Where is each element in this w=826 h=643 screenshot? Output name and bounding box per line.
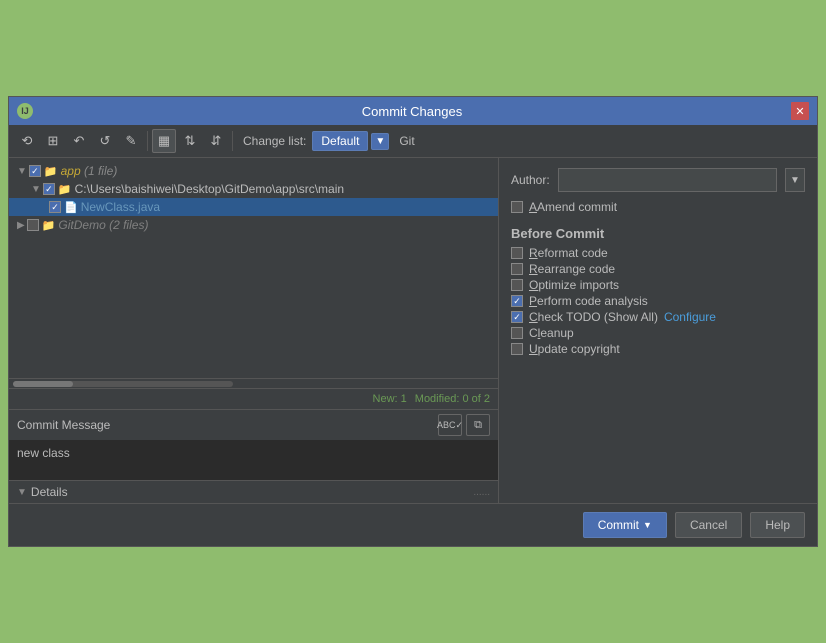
- details-dots: ......: [473, 487, 490, 498]
- main-content: ▼ ✓ 📁 app (1 file) ▼ ✓ 📁 C:\Users\baishi…: [9, 158, 817, 503]
- tree-item-app[interactable]: ▼ ✓ 📁 app (1 file): [9, 162, 498, 180]
- tree-item-gitdemo[interactable]: ▶ 📁 GitDemo (2 files): [9, 216, 498, 234]
- newclass-label: NewClass.java: [81, 200, 160, 214]
- author-row: Author: ▼: [511, 168, 805, 192]
- commit-arrow-icon: ▼: [643, 520, 652, 530]
- spellcheck-icon: ABC✓: [437, 420, 463, 431]
- src-path-label: C:\Users\baishiwei\Desktop\GitDemo\app\s…: [75, 182, 344, 196]
- option-row-optimize: Optimize imports: [511, 277, 805, 293]
- folder-icon3: 📁: [42, 219, 56, 232]
- commit-message-input[interactable]: new class: [9, 440, 498, 480]
- cleanup-checkbox[interactable]: [511, 327, 523, 339]
- reformat-checkbox[interactable]: [511, 247, 523, 259]
- checkbox-newclass[interactable]: ✓: [49, 201, 61, 213]
- cancel-button[interactable]: Cancel: [675, 512, 742, 538]
- stats-bar: New: 1 Modified: 0 of 2: [9, 388, 498, 409]
- title-bar: IJ Commit Changes ✕: [9, 97, 817, 125]
- right-panel: Author: ▼ AAmend commit Before Commit Re…: [499, 158, 817, 503]
- checkbox-src[interactable]: ✓: [43, 183, 55, 195]
- copyright-checkbox[interactable]: [511, 343, 523, 355]
- author-label: Author:: [511, 173, 550, 187]
- java-file-icon: 📄: [64, 201, 78, 214]
- before-commit-title: Before Commit: [511, 226, 805, 241]
- option-row-copyright: Update copyright: [511, 341, 805, 357]
- file-tree: ▼ ✓ 📁 app (1 file) ▼ ✓ 📁 C:\Users\baishi…: [9, 158, 498, 378]
- close-button[interactable]: ✕: [791, 102, 809, 120]
- details-bar[interactable]: ▼ Details ......: [9, 480, 498, 503]
- refresh-icon[interactable]: ⟲: [15, 129, 39, 153]
- author-dropdown-button[interactable]: ▼: [785, 168, 805, 192]
- reformat-label: Reformat code: [529, 246, 608, 260]
- optimize-label: Optimize imports: [529, 278, 619, 292]
- rollback-icon[interactable]: ↶: [67, 129, 91, 153]
- amend-label: AAmend commit: [529, 200, 617, 214]
- option-row-cleanup: Cleanup: [511, 325, 805, 341]
- changelist-button[interactable]: Default: [312, 131, 368, 151]
- analysis-checkbox[interactable]: ✓: [511, 295, 523, 307]
- option-row-reformat: Reformat code: [511, 245, 805, 261]
- optimize-checkbox[interactable]: [511, 279, 523, 291]
- before-commit-section: Before Commit Reformat code Rearrange co…: [511, 222, 805, 357]
- rearrange-checkbox[interactable]: [511, 263, 523, 275]
- bottom-bar: Commit ▼ Cancel Help: [9, 503, 817, 546]
- analysis-label: Perform code analysis: [529, 294, 648, 308]
- commit-dialog: IJ Commit Changes ✕ ⟲ ⊞ ↶ ↺ ✎ ▦ ⇅ ⇵ Chan…: [8, 96, 818, 547]
- modified-count: Modified: 0 of 2: [415, 393, 490, 405]
- gitdemo-label: GitDemo (2 files): [58, 218, 148, 232]
- folder-icon2: 📁: [58, 183, 72, 196]
- arrow-icon: ▼: [17, 166, 27, 177]
- sort-desc-icon[interactable]: ⇵: [204, 129, 228, 153]
- checkbox-gitdemo[interactable]: [27, 219, 39, 231]
- details-label: Details: [31, 485, 68, 499]
- option-row-rearrange: Rearrange code: [511, 261, 805, 277]
- view-mode-icon[interactable]: ▦: [152, 129, 176, 153]
- commit-msg-label: Commit Message: [17, 418, 110, 432]
- undo-icon[interactable]: ↺: [93, 129, 117, 153]
- horizontal-scrollbar[interactable]: [9, 378, 498, 388]
- changelist-dropdown-button[interactable]: ▼: [371, 133, 389, 150]
- commit-msg-tools: ABC✓ ⧉: [438, 414, 490, 436]
- todo-label: Check TODO (Show All): [529, 310, 658, 324]
- commit-message-section: Commit Message ABC✓ ⧉ new class: [9, 409, 498, 480]
- commit-button[interactable]: Commit ▼: [583, 512, 667, 538]
- amend-row: AAmend commit: [511, 200, 805, 214]
- scrollbar-thumb: [13, 381, 73, 387]
- arrow-icon3: ▶: [17, 220, 25, 231]
- diff-icon[interactable]: ✎: [119, 129, 143, 153]
- checkbox-app[interactable]: ✓: [29, 165, 41, 177]
- todo-checkbox[interactable]: ✓: [511, 311, 523, 323]
- tree-item-newclass[interactable]: ✓ 📄 NewClass.java: [9, 198, 498, 216]
- option-row-todo: ✓ Check TODO (Show All) Configure: [511, 309, 805, 325]
- option-row-analysis: ✓ Perform code analysis: [511, 293, 805, 309]
- app-icon: IJ: [17, 103, 33, 119]
- tree-item-srcpath[interactable]: ▼ ✓ 📁 C:\Users\baishiwei\Desktop\GitDemo…: [9, 180, 498, 198]
- amend-checkbox[interactable]: [511, 201, 523, 213]
- app-folder-label: app (1 file): [61, 164, 118, 178]
- toolbar: ⟲ ⊞ ↶ ↺ ✎ ▦ ⇅ ⇵ Change list: Default ▼ G…: [9, 125, 817, 158]
- left-panel: ▼ ✓ 📁 app (1 file) ▼ ✓ 📁 C:\Users\baishi…: [9, 158, 499, 503]
- rearrange-label: Rearrange code: [529, 262, 615, 276]
- configure-link[interactable]: Configure: [664, 310, 716, 324]
- changelist-label: Change list:: [243, 134, 306, 148]
- cleanup-label: Cleanup: [529, 326, 574, 340]
- help-button[interactable]: Help: [750, 512, 805, 538]
- arrow-icon2: ▼: [31, 184, 41, 195]
- copy-button[interactable]: ⧉: [466, 414, 490, 436]
- commit-msg-header: Commit Message ABC✓ ⧉: [9, 410, 498, 440]
- new-count: New: 1: [373, 393, 407, 405]
- move-to-changelist-icon[interactable]: ⊞: [41, 129, 65, 153]
- spellcheck-button[interactable]: ABC✓: [438, 414, 462, 436]
- copy-icon: ⧉: [474, 419, 482, 432]
- sort-asc-icon[interactable]: ⇅: [178, 129, 202, 153]
- separator2: [232, 131, 233, 151]
- folder-icon: 📁: [44, 165, 58, 178]
- git-label: Git: [399, 134, 414, 148]
- author-input[interactable]: [558, 168, 777, 192]
- separator: [147, 131, 148, 151]
- dialog-title: Commit Changes: [33, 104, 791, 119]
- copyright-label: Update copyright: [529, 342, 620, 356]
- scrollbar-track: [13, 381, 233, 387]
- details-arrow-icon: ▼: [17, 487, 27, 498]
